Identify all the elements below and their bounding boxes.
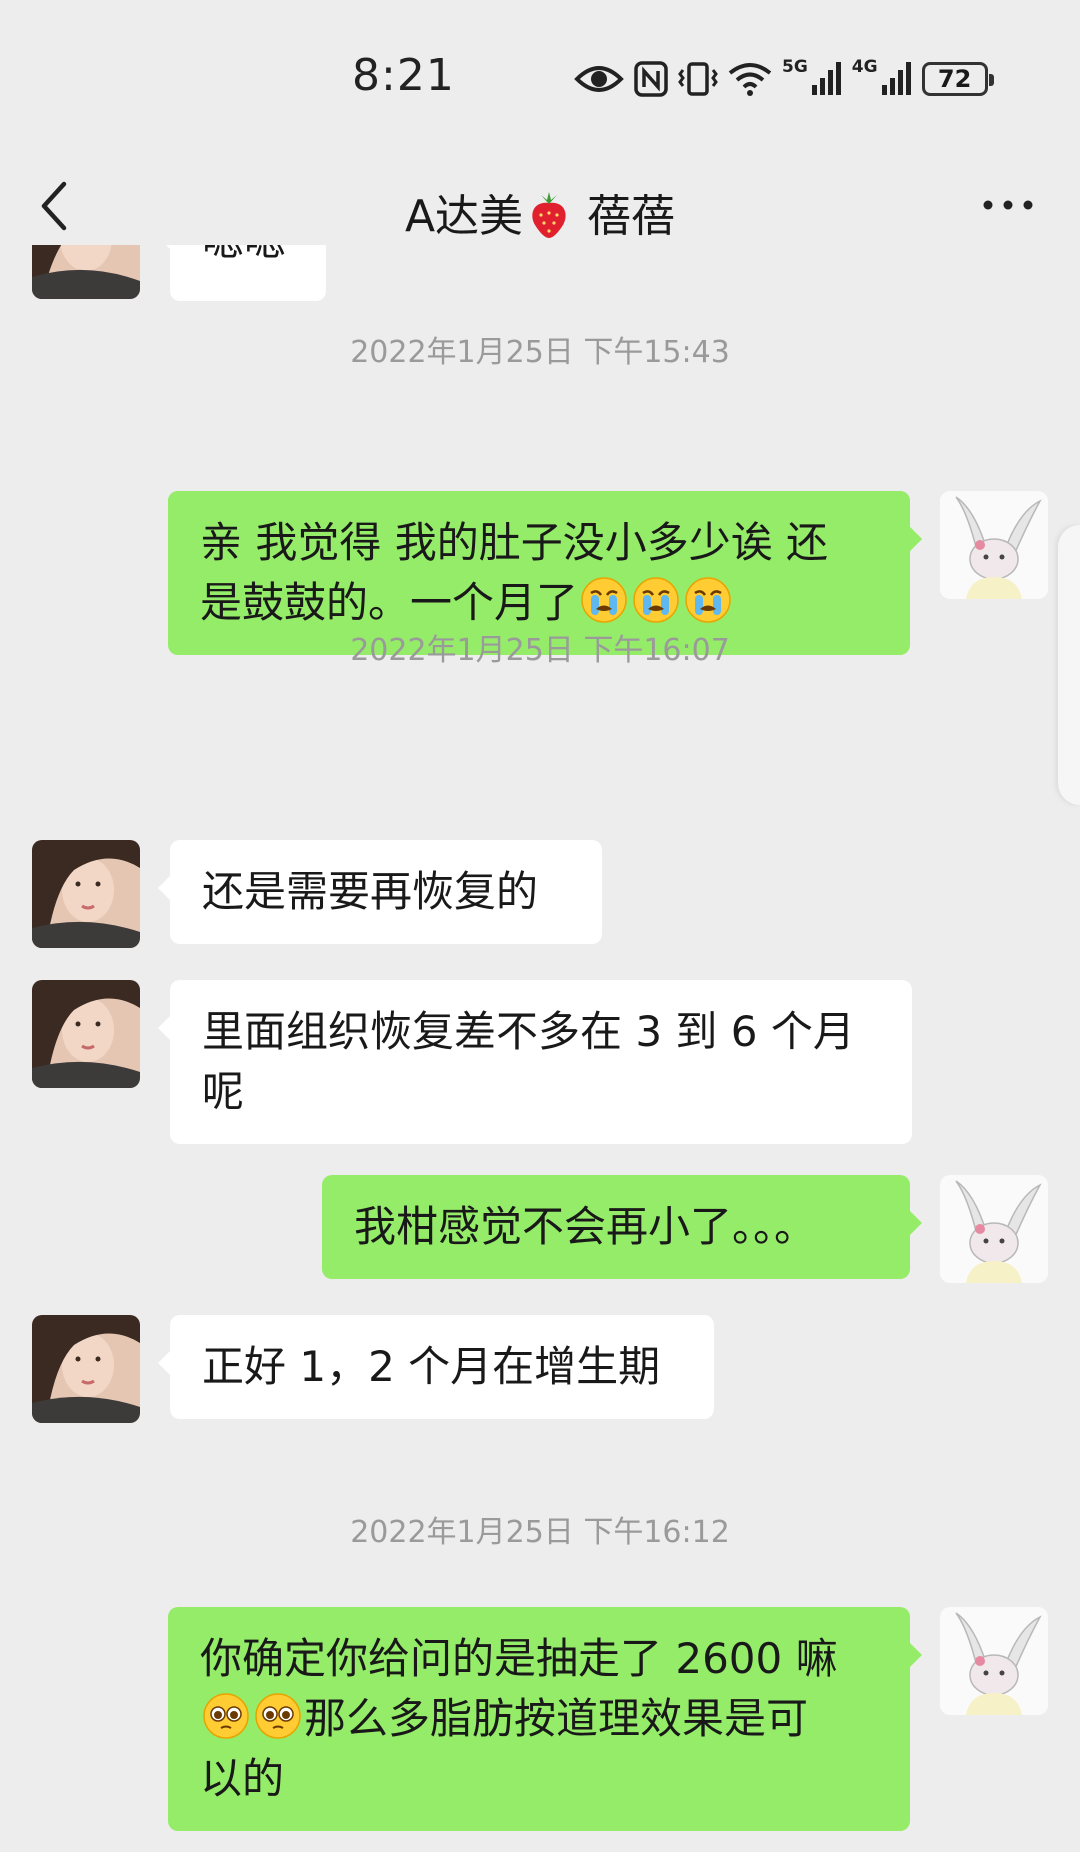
message-line: 那么多脂肪按道理效果是可 (200, 1689, 878, 1749)
message-bubble[interactable]: 我柑感觉不会再小了。。。 (322, 1175, 922, 1279)
crying-face-icon (581, 577, 627, 623)
message-text: 是鼓鼓的。一个月了 (200, 578, 579, 627)
message-bubble[interactable]: 正好 1，2 个月在增生期 (158, 1315, 714, 1419)
message-list[interactable]: 嗯嗯 2022年1月25日 下午15:43 亲 我觉得 我的肚子没小多少诶 还 … (0, 245, 1080, 1852)
contact-avatar[interactable] (32, 245, 140, 299)
message-text: 我柑感觉不会再小了。。。 (354, 1202, 817, 1251)
pleading-face-icon (255, 1693, 301, 1739)
crying-face-icon (685, 577, 731, 623)
message-timestamp: 2022年1月25日 下午16:12 (350, 1515, 730, 1550)
signal-2-label: 4G (851, 57, 878, 77)
strawberry-icon (532, 192, 566, 238)
status-bar: 8:21 5G 4G 72 (0, 0, 1080, 150)
my-avatar[interactable] (940, 1607, 1048, 1715)
message-text: 正好 1，2 个月在增生期 (202, 1342, 661, 1391)
chat-title: A达美 蓓蓓 (0, 180, 1080, 244)
pleading-face-icon (203, 1693, 249, 1739)
message-bubble[interactable]: 你确定你给问的是抽走了 2600 嘛 那么多脂肪按道理效果是可 以的 (168, 1607, 922, 1831)
status-time: 8:21 (352, 50, 455, 101)
nfc-icon (634, 61, 668, 97)
status-icons: 5G 4G 72 (574, 54, 994, 104)
message-text: 亲 我觉得 我的肚子没小多少诶 还 (200, 518, 829, 567)
chat-title-prefix: A达美 (404, 191, 524, 242)
message-text: 那么多脂肪按道理效果是可 (304, 1694, 809, 1743)
message-text: 呢 (202, 1067, 245, 1116)
more-options-icon[interactable] (978, 190, 1038, 220)
signal-bars-icon (881, 62, 911, 95)
message-text: 还是需要再恢复的 (202, 867, 539, 916)
message-timestamp: 2022年1月25日 下午16:07 (350, 633, 730, 668)
chat-header: A达美 蓓蓓 (0, 150, 1080, 260)
side-panel-handle[interactable] (1058, 525, 1080, 805)
my-avatar[interactable] (940, 491, 1048, 599)
message-text: 以的 (200, 1754, 285, 1803)
message-text: 你确定你给问的是抽走了 2600 嘛 (200, 1634, 838, 1683)
chat-title-suffix: 蓓蓓 (587, 191, 676, 242)
signal-bars-icon (811, 62, 841, 95)
message-bubble[interactable]: 嗯嗯 (158, 245, 326, 301)
message-line: 是鼓鼓的。一个月了 (200, 573, 878, 633)
message-text: 嗯嗯 (202, 245, 286, 265)
message-bubble[interactable]: 里面组织恢复差不多在 3 到 6 个月 呢 (158, 980, 912, 1144)
eye-icon (574, 66, 624, 92)
signal-1-label: 5G (782, 57, 808, 77)
battery-indicator: 72 (921, 62, 994, 96)
crying-face-icon (633, 577, 679, 623)
contact-avatar[interactable] (32, 980, 140, 1088)
message-bubble[interactable]: 还是需要再恢复的 (158, 840, 602, 944)
message-text: 里面组织恢复差不多在 3 到 6 个月 (202, 1007, 855, 1056)
contact-avatar[interactable] (32, 1315, 140, 1423)
wifi-icon (728, 63, 772, 96)
contact-avatar[interactable] (32, 840, 140, 948)
vibrate-icon (678, 62, 718, 96)
my-avatar[interactable] (940, 1175, 1048, 1283)
message-timestamp: 2022年1月25日 下午15:43 (350, 335, 730, 370)
